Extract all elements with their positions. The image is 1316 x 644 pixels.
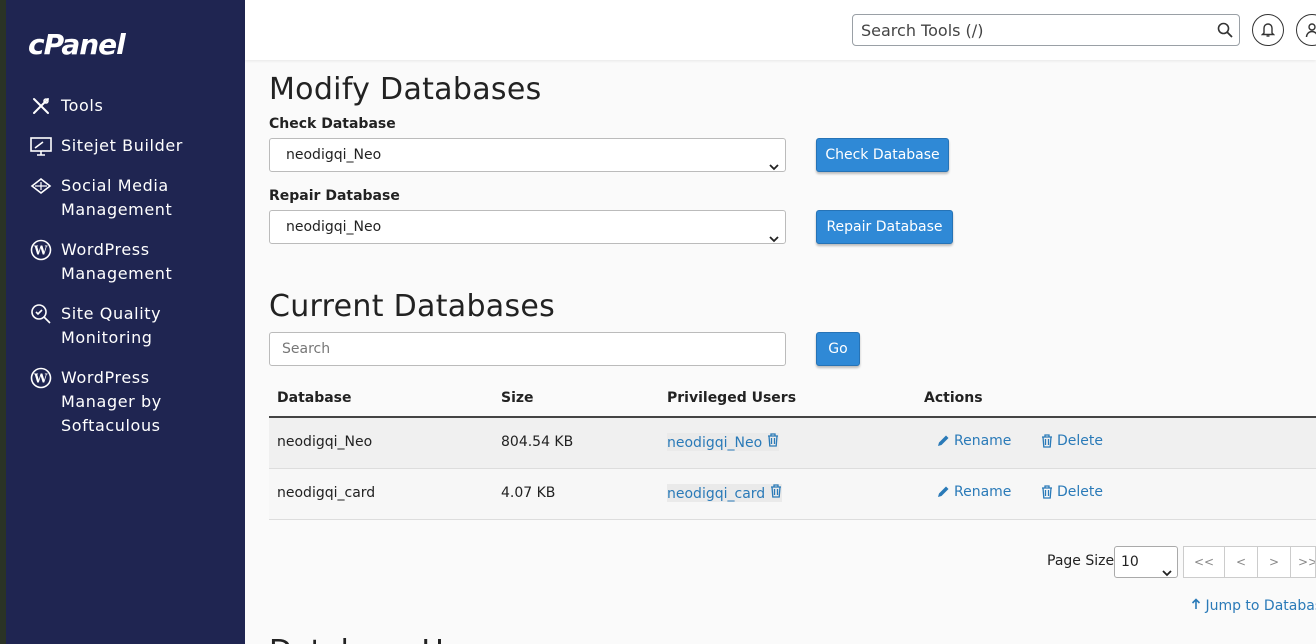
pencil-icon <box>938 486 949 497</box>
pencil-icon <box>938 435 949 446</box>
user-menu-button[interactable] <box>1296 14 1316 46</box>
chevron-down-icon <box>1162 558 1172 588</box>
check-database-value: neodigqi_Neo <box>286 147 382 163</box>
user-icon <box>1305 23 1316 38</box>
search-tools-box <box>852 14 1240 46</box>
jump-to-databases-link[interactable]: Jump to Databas <box>1191 598 1316 614</box>
check-database-button[interactable]: Check Database <box>816 138 949 172</box>
modify-databases-title: Modify Databases <box>269 72 542 107</box>
trash-icon[interactable] <box>767 433 779 447</box>
wordpress-icon: W <box>29 238 53 262</box>
rename-label: Rename <box>954 433 1012 449</box>
check-database-select[interactable]: neodigqi_Neo <box>269 138 786 172</box>
rename-action[interactable]: Rename <box>936 484 1011 500</box>
next-page-button[interactable]: > <box>1257 546 1291 578</box>
repair-database-value: neodigqi_Neo <box>286 219 382 235</box>
first-page-button[interactable]: << <box>1183 546 1225 578</box>
next-section-title: Database U <box>269 634 444 644</box>
privileged-user-link[interactable]: neodigqi_card <box>667 486 765 502</box>
sidebar-item-tools[interactable]: Tools <box>6 94 245 118</box>
last-page-button[interactable]: >> <box>1290 546 1316 578</box>
go-button[interactable]: Go <box>816 332 860 366</box>
database-search-input[interactable] <box>269 332 786 366</box>
delete-action[interactable]: Delete <box>1041 433 1103 449</box>
sidebar-item-wordpress-management[interactable]: W WordPress Management <box>6 238 245 286</box>
page-size-value: 10 <box>1121 554 1139 570</box>
svg-text:W: W <box>33 244 48 258</box>
privileged-user: neodigqi_Neo <box>667 433 779 451</box>
sidebar-item-site-quality[interactable]: Site Quality Monitoring <box>6 302 245 350</box>
svg-text:W: W <box>33 372 48 386</box>
sidebar-nav: Tools Sitejet Builder Social Media Manag… <box>6 94 245 454</box>
column-header-privileged-users: Privileged Users <box>667 390 797 406</box>
repair-database-button[interactable]: Repair Database <box>816 210 953 244</box>
delete-action[interactable]: Delete <box>1041 484 1103 500</box>
sidebar-item-wordpress-softaculous[interactable]: W WordPress Manager by Softaculous <box>6 366 245 438</box>
delete-label: Delete <box>1057 433 1103 449</box>
trash-icon <box>1042 485 1052 499</box>
sitejet-icon <box>29 134 53 158</box>
page-size-label: Page Size <box>1047 553 1115 569</box>
sidebar-item-social-media[interactable]: Social Media Management <box>6 174 245 222</box>
trash-icon[interactable] <box>770 484 782 498</box>
sidebar-item-label: WordPress Management <box>61 240 173 283</box>
check-database-label: Check Database <box>269 116 396 132</box>
rename-action[interactable]: Rename <box>936 433 1011 449</box>
wordpress-icon: W <box>29 366 53 390</box>
sidebar-item-label: Sitejet Builder <box>61 136 183 155</box>
sidebar: cPanel Tools Sitejet Builder Social Medi… <box>6 0 245 644</box>
jump-to-databases-label: Jump to Databas <box>1205 598 1316 614</box>
table-row: neodigqi_card 4.07 KB neodigqi_card Rena… <box>269 469 1316 520</box>
database-size: 804.54 KB <box>501 434 574 450</box>
top-header <box>245 0 1316 60</box>
tools-icon <box>29 94 53 118</box>
arrow-up-icon <box>1191 598 1201 609</box>
trash-icon <box>1042 434 1052 448</box>
database-name: neodigqi_Neo <box>277 434 373 450</box>
delete-label: Delete <box>1057 484 1103 500</box>
chevron-down-icon <box>769 223 779 255</box>
sidebar-item-label: Site Quality Monitoring <box>61 304 162 347</box>
table-header: Database Size Privileged Users Actions <box>269 380 1316 418</box>
chevron-down-icon <box>769 151 779 183</box>
current-databases-title: Current Databases <box>269 289 556 324</box>
column-header-size[interactable]: Size <box>501 390 534 406</box>
cpanel-logo[interactable]: cPanel <box>28 28 126 61</box>
prev-page-button[interactable]: < <box>1224 546 1258 578</box>
table-row: neodigqi_Neo 804.54 KB neodigqi_Neo Rena… <box>269 418 1316 469</box>
repair-database-label: Repair Database <box>269 188 400 204</box>
site-quality-icon <box>29 302 53 326</box>
privileged-user-link[interactable]: neodigqi_Neo <box>667 435 762 451</box>
notifications-button[interactable] <box>1252 14 1284 46</box>
bell-icon <box>1261 23 1275 37</box>
social-media-icon <box>29 174 53 198</box>
privileged-user: neodigqi_card <box>667 484 782 502</box>
search-icon[interactable] <box>1217 22 1233 42</box>
column-header-database[interactable]: Database <box>277 390 352 406</box>
column-header-actions: Actions <box>924 390 983 406</box>
database-name: neodigqi_card <box>277 485 376 501</box>
sidebar-item-sitejet[interactable]: Sitejet Builder <box>6 134 245 158</box>
sidebar-item-label: WordPress Manager by Softaculous <box>61 368 162 435</box>
page-size-select[interactable]: 10 <box>1114 546 1178 578</box>
search-tools-input[interactable] <box>853 15 1193 45</box>
sidebar-item-label: Tools <box>61 96 104 115</box>
rename-label: Rename <box>954 484 1012 500</box>
sidebar-item-label: Social Media Management <box>61 176 173 219</box>
database-size: 4.07 KB <box>501 485 556 501</box>
repair-database-select[interactable]: neodigqi_Neo <box>269 210 786 244</box>
